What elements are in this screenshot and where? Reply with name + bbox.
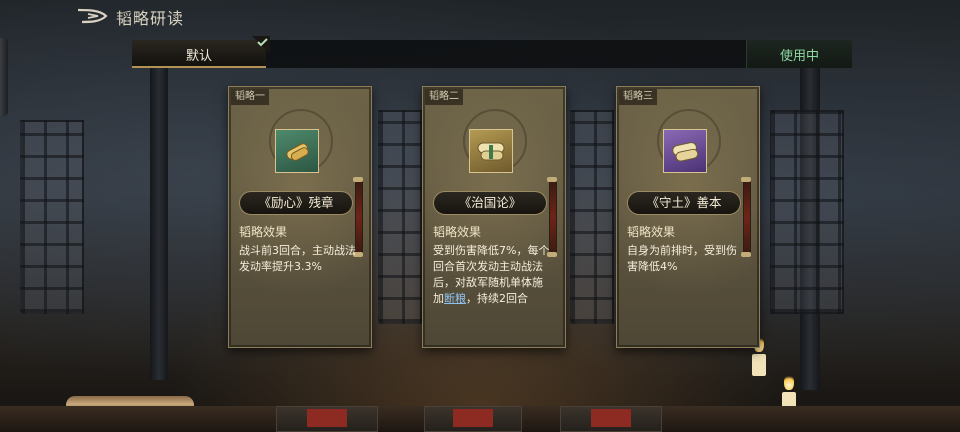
effect-text-after: ，持续2回合 xyxy=(466,292,528,305)
book xyxy=(560,406,662,432)
tab-label: 默认 xyxy=(185,49,212,64)
card-title: 《守土》善本 xyxy=(627,191,741,215)
window-lattice xyxy=(770,110,844,314)
back-arrow-icon xyxy=(77,8,108,24)
effect-heading: 韬略效果 xyxy=(627,225,676,239)
card-tag: 韬略一 xyxy=(231,89,269,105)
strategy-card-3[interactable]: 韬略三 《守土》善本 韬略效果 自身为前排时，受到伤害降低4% xyxy=(616,86,760,348)
book xyxy=(424,406,522,432)
candle-flame xyxy=(784,374,794,390)
in-use-status: 使用中 xyxy=(746,40,852,68)
effect-heading: 韬略效果 xyxy=(433,225,482,239)
book xyxy=(276,406,378,432)
effect-text: 战斗前3回合，主动战法发动率提升3.3% xyxy=(239,244,356,273)
effect-text: 自身为前排时，受到伤害降低4% xyxy=(627,244,737,273)
pillar xyxy=(800,60,820,390)
window-lattice xyxy=(378,110,422,324)
back-button[interactable] xyxy=(76,6,108,26)
checkmark-icon xyxy=(252,36,270,54)
strategy-card-1[interactable]: 韬略一 《励心》残章 韬略效果 战斗前3回合，主动战法发动率提升3.3% xyxy=(228,86,372,348)
scroll-bundle xyxy=(58,410,194,428)
window-lattice xyxy=(570,110,614,324)
tab-default-scheme[interactable]: 默认 xyxy=(132,36,270,68)
effect-heading: 韬略效果 xyxy=(239,225,288,239)
strategy-card-2[interactable]: 韬略二 《治国论》 韬略效果 受到伤害降低7%，每个回合首次发动主动战法后，对敌… xyxy=(422,86,566,348)
scheme-bar: 默认 使用中 xyxy=(132,36,852,68)
card-title: 《励心》残章 xyxy=(239,191,353,215)
slider-knob[interactable] xyxy=(741,177,751,182)
candle xyxy=(782,392,796,414)
card-title: 《治国论》 xyxy=(433,191,547,215)
slider-knob[interactable] xyxy=(547,177,557,182)
pillar xyxy=(150,60,168,380)
window-lattice xyxy=(20,120,84,314)
in-use-label: 使用中 xyxy=(779,49,819,64)
scroll-purple-icon xyxy=(663,129,707,173)
scroll-gold-icon xyxy=(469,129,513,173)
card-tag: 韬略二 xyxy=(425,89,463,105)
scroll-green-icon xyxy=(275,129,319,173)
table xyxy=(0,406,960,432)
side-drawer-handle[interactable] xyxy=(0,38,8,116)
header: 韬略研读 xyxy=(0,0,960,32)
candle xyxy=(752,354,766,376)
card-tag: 韬略三 xyxy=(619,89,657,105)
effect-text: 受到伤害降低7%，每个回合首次发动主动战法后，对敌军随机单体施加断粮，持续2回合 xyxy=(433,243,551,307)
status-link-duanliang[interactable]: 断粮 xyxy=(444,292,466,305)
scroll-bundle xyxy=(66,396,194,414)
slider-knob[interactable] xyxy=(353,177,363,182)
page-title: 韬略研读 xyxy=(116,9,185,28)
